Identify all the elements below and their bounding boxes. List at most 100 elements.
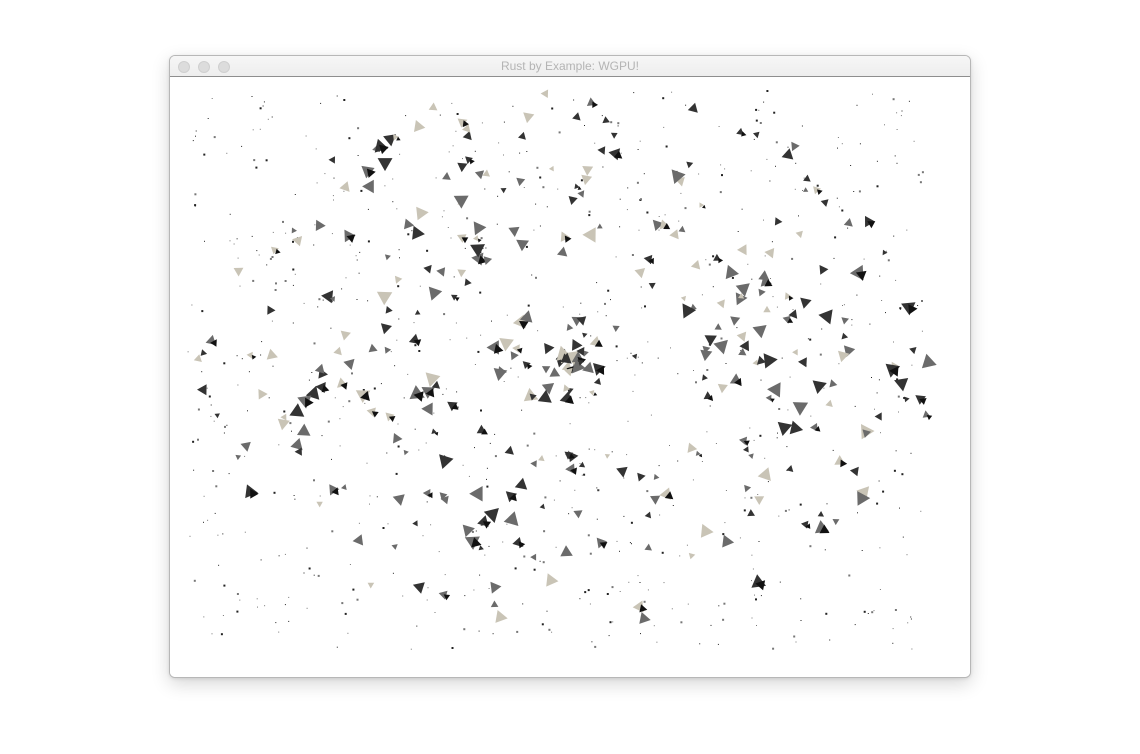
particle-speck xyxy=(809,545,812,548)
particle-triangle xyxy=(644,511,652,519)
particle-speck xyxy=(764,255,766,257)
particle-triangle xyxy=(798,357,807,368)
particle-speck xyxy=(781,357,783,359)
particle-speck xyxy=(775,141,778,144)
particle-speck xyxy=(252,279,255,282)
particle-triangle xyxy=(483,256,493,265)
particle-speck xyxy=(640,633,641,635)
particle-speck xyxy=(435,177,437,179)
particle-speck xyxy=(526,444,529,447)
particle-speck xyxy=(514,567,517,570)
particle-speck xyxy=(278,444,280,446)
particle-triangle xyxy=(412,582,425,594)
particle-speck xyxy=(631,254,634,256)
particle-triangle xyxy=(538,455,545,462)
particle-speck xyxy=(201,310,204,313)
particle-triangle xyxy=(493,368,508,381)
particle-speck xyxy=(222,615,224,616)
particle-speck xyxy=(837,137,839,138)
particle-speck xyxy=(208,395,211,398)
particle-triangle xyxy=(384,346,392,354)
particle-speck xyxy=(306,607,308,609)
particle-speck xyxy=(464,247,466,249)
particle-speck xyxy=(484,188,486,190)
particle-speck xyxy=(384,185,386,187)
particle-speck xyxy=(843,304,845,306)
particle-speck xyxy=(341,602,344,605)
particle-speck xyxy=(441,216,443,218)
particle-speck xyxy=(355,255,357,257)
particle-triangle xyxy=(541,383,555,395)
particle-speck xyxy=(241,358,243,360)
particle-speck xyxy=(626,454,628,456)
particle-speck xyxy=(334,397,336,399)
particle-speck xyxy=(894,609,897,611)
particle-speck xyxy=(583,473,586,476)
particle-speck xyxy=(698,173,700,175)
particle-triangle xyxy=(291,227,297,234)
particle-triangle xyxy=(597,223,603,229)
particle-speck xyxy=(661,551,664,554)
particle-triangle xyxy=(894,378,909,392)
particle-speck xyxy=(239,599,241,601)
particle-speck xyxy=(650,414,652,416)
particle-triangle xyxy=(678,225,686,233)
particle-speck xyxy=(341,288,343,290)
particle-speck xyxy=(701,294,703,296)
particle-speck xyxy=(386,452,388,454)
particle-speck xyxy=(588,402,590,404)
particle-speck xyxy=(751,580,752,582)
particle-speck xyxy=(611,451,613,453)
particle-speck xyxy=(594,645,597,648)
particle-speck xyxy=(229,240,231,242)
particle-speck xyxy=(494,455,497,458)
particle-speck xyxy=(617,125,619,127)
particle-speck xyxy=(706,431,708,433)
particle-triangle xyxy=(757,467,771,481)
particle-triangle xyxy=(200,349,208,356)
particle-triangle xyxy=(339,181,350,192)
particle-triangle xyxy=(503,511,519,526)
particle-speck xyxy=(236,610,239,613)
particle-speck xyxy=(558,131,561,134)
particle-speck xyxy=(294,498,296,500)
particle-speck xyxy=(313,479,315,482)
particle-triangle xyxy=(582,227,596,243)
particle-triangle xyxy=(462,130,472,141)
particle-speck xyxy=(800,620,802,621)
particle-speck xyxy=(535,276,537,279)
particle-triangle xyxy=(258,389,268,400)
particle-speck xyxy=(741,208,743,210)
particle-speck xyxy=(753,439,755,441)
particle-speck xyxy=(484,554,486,556)
particle-speck xyxy=(588,210,591,213)
particle-speck xyxy=(580,302,582,304)
title-bar[interactable]: Rust by Example: WGPU! xyxy=(170,56,970,77)
particle-speck xyxy=(588,214,591,217)
particle-triangle xyxy=(774,217,783,226)
particle-triangle xyxy=(266,348,278,360)
particle-speck xyxy=(810,415,812,417)
render-canvas[interactable] xyxy=(170,77,970,677)
particle-speck xyxy=(597,489,599,491)
particle-speck xyxy=(399,153,401,155)
particle-speck xyxy=(892,642,894,644)
particle-speck xyxy=(641,307,643,309)
particle-speck xyxy=(204,240,205,242)
particle-speck xyxy=(597,311,599,313)
particle-speck xyxy=(474,447,475,449)
particle-speck xyxy=(478,630,480,632)
particle-triangle xyxy=(730,316,741,326)
particle-speck xyxy=(658,465,660,467)
particle-triangle xyxy=(377,158,393,172)
particle-speck xyxy=(585,397,587,399)
particle-speck xyxy=(588,448,590,450)
particle-speck xyxy=(284,280,287,282)
particle-speck xyxy=(663,126,665,128)
particle-triangle xyxy=(530,460,537,468)
app-window[interactable]: Rust by Example: WGPU! xyxy=(169,55,971,678)
particle-speck xyxy=(720,337,723,340)
particle-speck xyxy=(451,102,453,104)
particle-speck xyxy=(462,464,464,466)
particle-speck xyxy=(217,534,219,536)
